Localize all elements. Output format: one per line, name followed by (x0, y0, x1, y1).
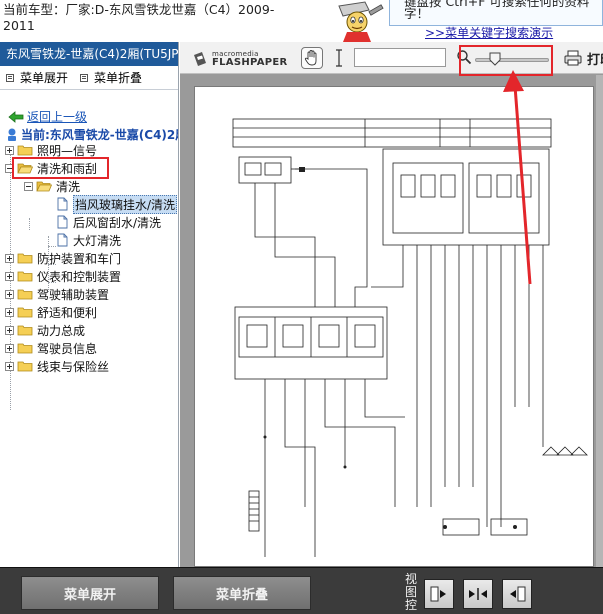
tree-guide (48, 246, 56, 247)
menu-expand-button[interactable]: 菜单展开 (6, 69, 68, 86)
back-link-label: 返回上一级 (27, 110, 88, 124)
menu-expand-bottom-button[interactable]: 菜单展开 (21, 576, 159, 610)
tree-item-protection-doors[interactable]: 防护装置和车门 (5, 249, 121, 267)
view-control-label: 视图控 (405, 572, 418, 612)
document-icon (57, 197, 68, 211)
page-number-input[interactable] (354, 48, 446, 67)
tree-item-rear-wiper[interactable]: 后风窗刮水/清洗 (57, 213, 161, 231)
sidebar-title: 东风雪铁龙-世嘉(C4)2厢(TU5JP4) (0, 42, 178, 66)
back-link[interactable]: 返回上一级 (8, 108, 87, 125)
folder-icon (17, 325, 33, 336)
sidebar: 东风雪铁龙-世嘉(C4)2厢(TU5JP4) 菜单展开 菜单折叠 返回上一级 当… (0, 42, 179, 567)
document-vertical-scrollbar[interactable] (596, 75, 603, 567)
view-single-icon (430, 586, 446, 602)
expand-icon[interactable] (5, 253, 14, 263)
folder-icon (17, 343, 33, 354)
menu-collapse-bottom-button[interactable]: 菜单折叠 (173, 576, 311, 610)
tree-item-label: 清洗 (56, 179, 81, 194)
folder-icon (17, 145, 33, 156)
menu-expand-label: 菜单展开 (20, 71, 69, 85)
folder-icon (17, 361, 33, 372)
menu-collapse-icon (80, 73, 89, 82)
tree-item-headlamp-wash[interactable]: 大灯清洗 (57, 231, 121, 249)
expand-icon[interactable] (5, 271, 14, 281)
expand-icon[interactable] (5, 325, 14, 335)
tree-item-harness-fuses[interactable]: 线束与保险丝 (5, 357, 109, 375)
help-banner: 键盘按 Ctrl+F 可搜索任何的资料 字！ >>菜单关键字搜索演示 (323, 0, 603, 42)
tree-item-label: 挡风玻璃挂水/清洗 (73, 194, 178, 214)
folder-icon (17, 289, 33, 300)
menu-collapse-label: 菜单折叠 (94, 71, 143, 85)
view-prev-icon (510, 586, 526, 602)
tree-guide (29, 218, 30, 230)
flashpaper-logo-icon (194, 52, 206, 66)
node-icon (8, 128, 16, 141)
tree-item-label: 防护装置和车门 (37, 251, 122, 266)
banner-text-line2: 字！ (404, 6, 430, 21)
bottom-bar: 菜单展开 菜单折叠 视图控 (0, 567, 603, 614)
tree-item-label: 驾驶员信息 (37, 341, 98, 356)
expand-icon[interactable] (5, 307, 14, 317)
tree-item-label: 大灯清洗 (73, 233, 122, 248)
hand-tool-button[interactable] (301, 47, 323, 69)
print-label[interactable]: 打印 (587, 49, 603, 68)
tree-item-label: 动力总成 (37, 323, 86, 338)
hand-tool-icon (304, 50, 317, 66)
logo-main-text: FLASHPAPER (212, 57, 288, 68)
print-icon[interactable] (564, 49, 582, 67)
expand-icon[interactable] (5, 343, 14, 353)
tree-item-wash[interactable]: 清洗 (24, 177, 80, 195)
menu-expand-icon (6, 73, 14, 82)
tree-item-label: 线束与保险丝 (37, 359, 110, 374)
banner-text-line1: 键盘按 Ctrl+F 可搜索任何的资料 (404, 0, 590, 8)
collapse-icon[interactable] (24, 181, 33, 191)
tree-item-label: 仪表和控制装置 (37, 269, 122, 284)
back-arrow-icon (8, 110, 24, 123)
folder-icon (17, 271, 33, 282)
vehicle-title: 当前车型：厂家:D-东风雪铁龙世嘉（C4）2009-2011 (3, 2, 275, 33)
document-icon (57, 233, 68, 247)
annotation-highlight-box (12, 157, 109, 179)
tree-item-driver-info[interactable]: 驾驶员信息 (5, 339, 97, 357)
text-select-icon[interactable] (333, 48, 345, 68)
top-header: 当前车型：厂家:D-东风雪铁龙世嘉（C4）2009-2011 键盘按 Ctrl+… (0, 0, 603, 42)
menu-collapse-button[interactable]: 菜单折叠 (80, 69, 142, 86)
folder-icon (17, 253, 33, 264)
tree-item-label: 后风窗刮水/清洗 (73, 215, 162, 230)
view-prev-button[interactable] (502, 579, 532, 609)
tree-item-label: 驾驶辅助装置 (37, 287, 110, 302)
tree-item-driving-aids[interactable]: 驾驶辅助装置 (5, 285, 109, 303)
banner-text: 键盘按 Ctrl+F 可搜索任何的资料 字！ (389, 0, 603, 26)
mascot-icon (338, 1, 384, 42)
folder-icon (17, 307, 33, 318)
expand-icon[interactable] (5, 145, 14, 155)
search-demo-link[interactable]: >>菜单关键字搜索演示 (425, 24, 553, 41)
tree-item-powertrain[interactable]: 动力总成 (5, 321, 85, 339)
tree-item-instruments[interactable]: 仪表和控制装置 (5, 267, 121, 285)
expand-icon[interactable] (5, 289, 14, 299)
annotation-arrow-icon (503, 70, 532, 285)
document-icon (57, 215, 68, 229)
view-fit-button[interactable] (463, 579, 493, 609)
tree-item-comfort[interactable]: 舒适和便利 (5, 303, 97, 321)
tree-item-windshield-wash[interactable]: 挡风玻璃挂水/清洗 (57, 194, 178, 214)
view-single-button[interactable] (424, 579, 454, 609)
sidebar-toolbar: 菜单展开 菜单折叠 (0, 66, 178, 90)
tree-item-label: 照明—信号 (37, 143, 98, 158)
expand-icon[interactable] (5, 361, 14, 371)
flashpaper-logo: macromedia FLASHPAPER (192, 50, 288, 68)
tree-item-label: 舒适和便利 (37, 305, 98, 320)
folder-open-icon (36, 181, 52, 192)
view-fit-icon (469, 588, 487, 600)
